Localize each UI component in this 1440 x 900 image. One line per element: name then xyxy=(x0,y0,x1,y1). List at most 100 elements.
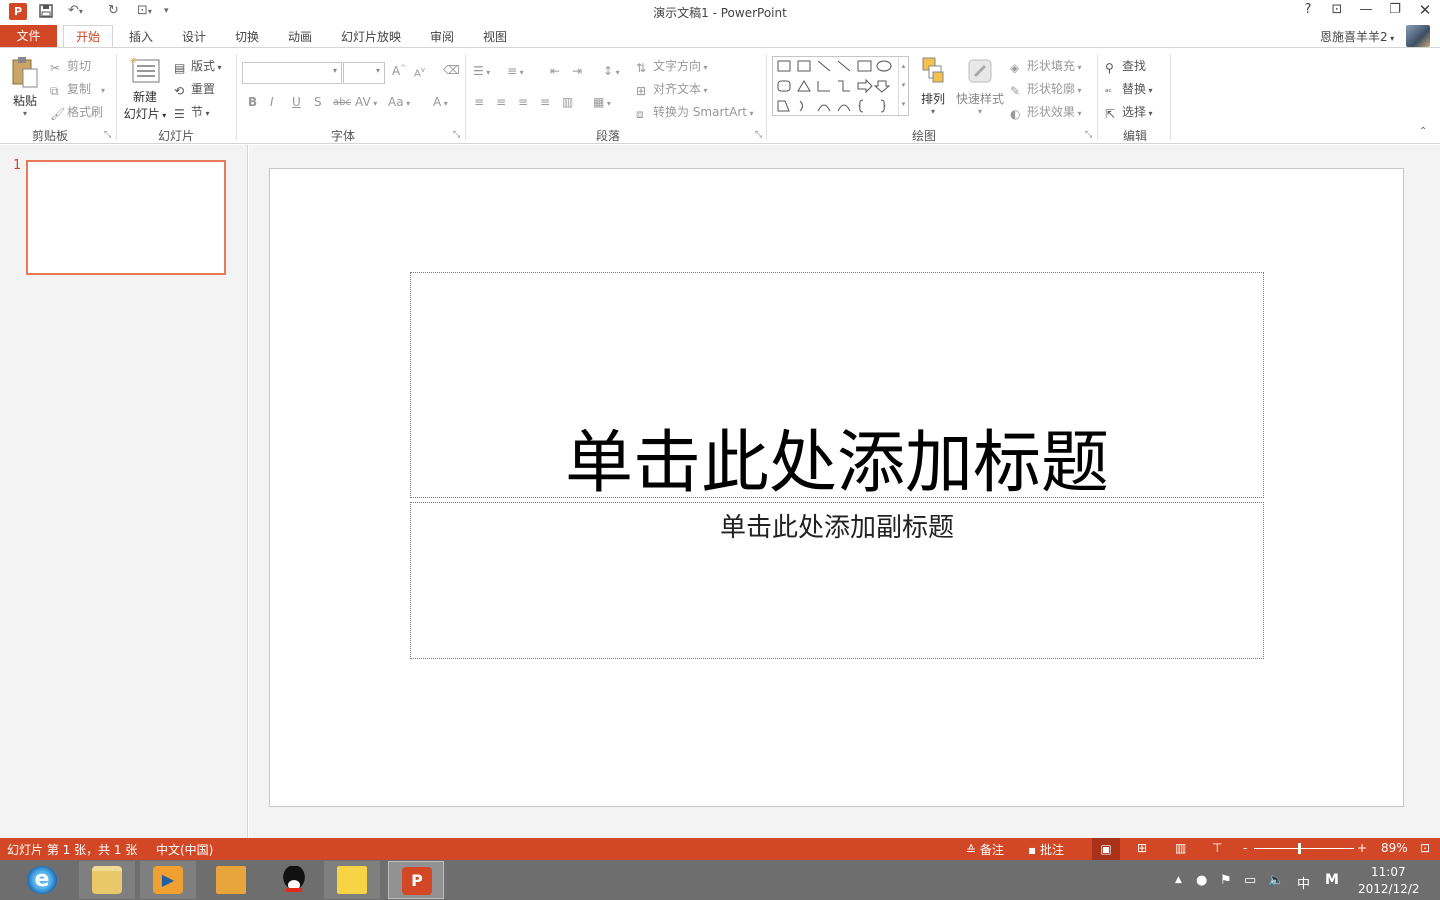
dialog-launcher-icon[interactable]: ⤡ xyxy=(453,130,460,140)
comments-button[interactable]: ▪ 批注 xyxy=(1028,841,1064,858)
increase-indent-icon[interactable]: ⇥ xyxy=(572,64,582,78)
collapse-ribbon-icon[interactable]: ⌃ xyxy=(1419,126,1427,137)
tab-file[interactable]: 文件 xyxy=(0,25,57,47)
taskbar-file-explorer[interactable] xyxy=(79,861,135,899)
new-slide-button[interactable]: ✳ 新建 幻灯片 ▾ xyxy=(122,56,168,122)
normal-view-button[interactable]: ▣ xyxy=(1092,838,1120,860)
line-spacing-button[interactable]: ↕ ▾ xyxy=(603,64,620,78)
notes-button[interactable]: ≙ 备注 xyxy=(966,841,1004,858)
network-icon[interactable]: ▭ xyxy=(1244,873,1256,888)
reset-button[interactable]: ⟲ 重置 xyxy=(174,80,215,98)
title-placeholder[interactable]: 单击此处添加标题 xyxy=(410,272,1264,503)
align-center-icon[interactable]: ≡ xyxy=(496,95,506,109)
distributed-icon[interactable]: ▥ xyxy=(562,95,573,109)
character-spacing-button[interactable]: AV ▾ xyxy=(355,95,377,109)
zoom-in-button[interactable]: + xyxy=(1357,841,1367,855)
tab-transitions[interactable]: 切换 xyxy=(226,27,268,47)
reading-view-icon[interactable]: ▥ xyxy=(1175,841,1186,855)
qq-tray-icon[interactable]: ● xyxy=(1196,873,1207,888)
strikethrough-button[interactable]: abc xyxy=(333,97,351,108)
shrink-font-button[interactable]: Av xyxy=(414,66,425,79)
taskbar-ie[interactable]: e xyxy=(14,861,70,899)
arrange-button[interactable]: 排列 ▾ xyxy=(916,56,950,116)
shadow-button[interactable]: S xyxy=(314,95,322,109)
show-hidden-icons[interactable]: ▲ xyxy=(1175,875,1182,885)
dialog-launcher-icon[interactable]: ⤡ xyxy=(104,130,111,140)
underline-button[interactable]: U xyxy=(292,95,301,109)
taskbar-media-player[interactable]: ▶ xyxy=(140,861,196,899)
font-color-button[interactable]: A ▾ xyxy=(433,95,448,109)
tab-slideshow[interactable]: 幻灯片放映 xyxy=(333,27,409,47)
shape-effects-button[interactable]: ◐ 形状效果 ▾ xyxy=(1010,103,1082,121)
help-button[interactable]: ? xyxy=(1298,2,1318,17)
layout-button[interactable]: ▤ 版式 ▾ xyxy=(174,57,222,75)
clear-formatting-icon[interactable]: ⌫ xyxy=(443,63,460,77)
select-button[interactable]: ⇱ 选择 ▾ xyxy=(1105,103,1153,121)
ribbon-display-options-icon[interactable]: ⊡ xyxy=(1327,2,1347,17)
minimize-button[interactable]: — xyxy=(1356,2,1376,17)
taskbar-powerpoint[interactable]: P xyxy=(388,861,444,899)
tab-view[interactable]: 视图 xyxy=(474,27,516,47)
fit-slide-icon[interactable]: ⊡ xyxy=(1420,841,1430,855)
taskbar-app-box[interactable] xyxy=(203,861,259,899)
align-left-icon[interactable]: ≡ xyxy=(474,95,484,109)
font-size-combobox[interactable]: ▾ xyxy=(343,62,385,84)
volume-icon[interactable]: 🔈 xyxy=(1268,873,1284,888)
grow-font-button[interactable]: A^ xyxy=(392,64,406,78)
taskbar-qq[interactable] xyxy=(266,861,322,899)
action-center-flag-icon[interactable]: ⚑ xyxy=(1220,873,1232,888)
user-account[interactable]: 恩施喜羊羊2 ▾ xyxy=(1320,28,1394,45)
restore-button[interactable]: ❐ xyxy=(1385,2,1405,17)
quick-styles-button[interactable]: 快速样式 ▾ xyxy=(954,56,1006,116)
find-button[interactable]: ⚲ 查找 xyxy=(1105,57,1146,75)
clock-time[interactable]: 11:07 xyxy=(1371,865,1406,879)
tab-insert[interactable]: 插入 xyxy=(120,27,162,47)
reset-label: 重置 xyxy=(191,82,216,96)
align-text-button[interactable]: ⊞ 对齐文本 ▾ xyxy=(636,80,708,98)
copy-button[interactable]: ⧉ 复制 ▾ xyxy=(50,80,105,98)
replace-button[interactable]: ᵃᶜ 替换 ▾ xyxy=(1105,80,1153,102)
ime-mode-indicator[interactable]: M xyxy=(1325,872,1339,888)
language-indicator[interactable]: 中文(中国) xyxy=(156,841,213,858)
ribbon-tabs: 文件 开始 插入 设计 切换 动画 幻灯片放映 审阅 视图 恩施喜羊羊2 ▾ xyxy=(0,25,1440,48)
text-direction-button[interactable]: ⇅ 文字方向 ▾ xyxy=(636,57,708,75)
section-button[interactable]: ☰ 节 ▾ xyxy=(174,103,210,121)
convert-smartart-button[interactable]: ⧈ 转换为 SmartArt ▾ xyxy=(636,103,754,121)
tab-review[interactable]: 审阅 xyxy=(421,27,463,47)
tab-animations[interactable]: 动画 xyxy=(279,27,321,47)
decrease-indent-icon[interactable]: ⇤ xyxy=(550,64,560,78)
italic-button[interactable]: I xyxy=(270,95,274,109)
avatar[interactable] xyxy=(1406,25,1430,47)
slide-thumbnail[interactable] xyxy=(26,160,226,275)
zoom-slider-thumb[interactable] xyxy=(1298,843,1301,854)
bold-button[interactable]: B xyxy=(248,95,257,109)
ime-indicator[interactable]: 中 xyxy=(1297,873,1310,892)
close-button[interactable]: ✕ xyxy=(1415,1,1435,19)
shape-outline-button[interactable]: ✎ 形状轮廓 ▾ xyxy=(1010,80,1082,98)
slideshow-view-icon[interactable]: ⊤ xyxy=(1212,841,1222,855)
new-slide-label-1: 新建 xyxy=(132,90,157,104)
cut-button[interactable]: ✂ 剪切 xyxy=(50,57,91,75)
dialog-launcher-icon[interactable]: ⤡ xyxy=(1085,130,1092,140)
tab-design[interactable]: 设计 xyxy=(173,27,215,47)
taskbar-sticky-notes[interactable] xyxy=(324,861,380,899)
dialog-launcher-icon[interactable]: ⤡ xyxy=(755,130,762,140)
tab-home[interactable]: 开始 xyxy=(63,25,113,48)
change-case-button[interactable]: Aa ▾ xyxy=(388,95,410,109)
clock-date[interactable]: 2012/12/2 xyxy=(1358,882,1420,896)
align-right-icon[interactable]: ≡ xyxy=(518,95,528,109)
justify-icon[interactable]: ≡ xyxy=(540,95,550,109)
columns-button[interactable]: ▦ ▾ xyxy=(593,95,611,109)
slide-sorter-view-icon[interactable]: ⊞ xyxy=(1137,841,1147,855)
shapes-gallery[interactable]: ▴ ▾ ▾ xyxy=(772,56,909,116)
zoom-out-button[interactable]: - xyxy=(1243,841,1247,855)
zoom-level[interactable]: 89% xyxy=(1381,841,1408,855)
font-name-combobox[interactable]: ▾ xyxy=(242,62,342,84)
format-painter-button[interactable]: 🖌 格式刷 xyxy=(50,103,103,121)
subtitle-placeholder[interactable]: 单击此处添加副标题 xyxy=(410,502,1264,659)
shape-fill-button[interactable]: ◈ 形状填充 ▾ xyxy=(1010,57,1082,75)
numbering-button[interactable]: ≡ ▾ xyxy=(507,64,524,78)
paste-button[interactable]: 粘贴 ▾ xyxy=(8,56,42,122)
bullets-button[interactable]: ☰ ▾ xyxy=(473,64,490,78)
zoom-slider[interactable] xyxy=(1254,843,1354,854)
